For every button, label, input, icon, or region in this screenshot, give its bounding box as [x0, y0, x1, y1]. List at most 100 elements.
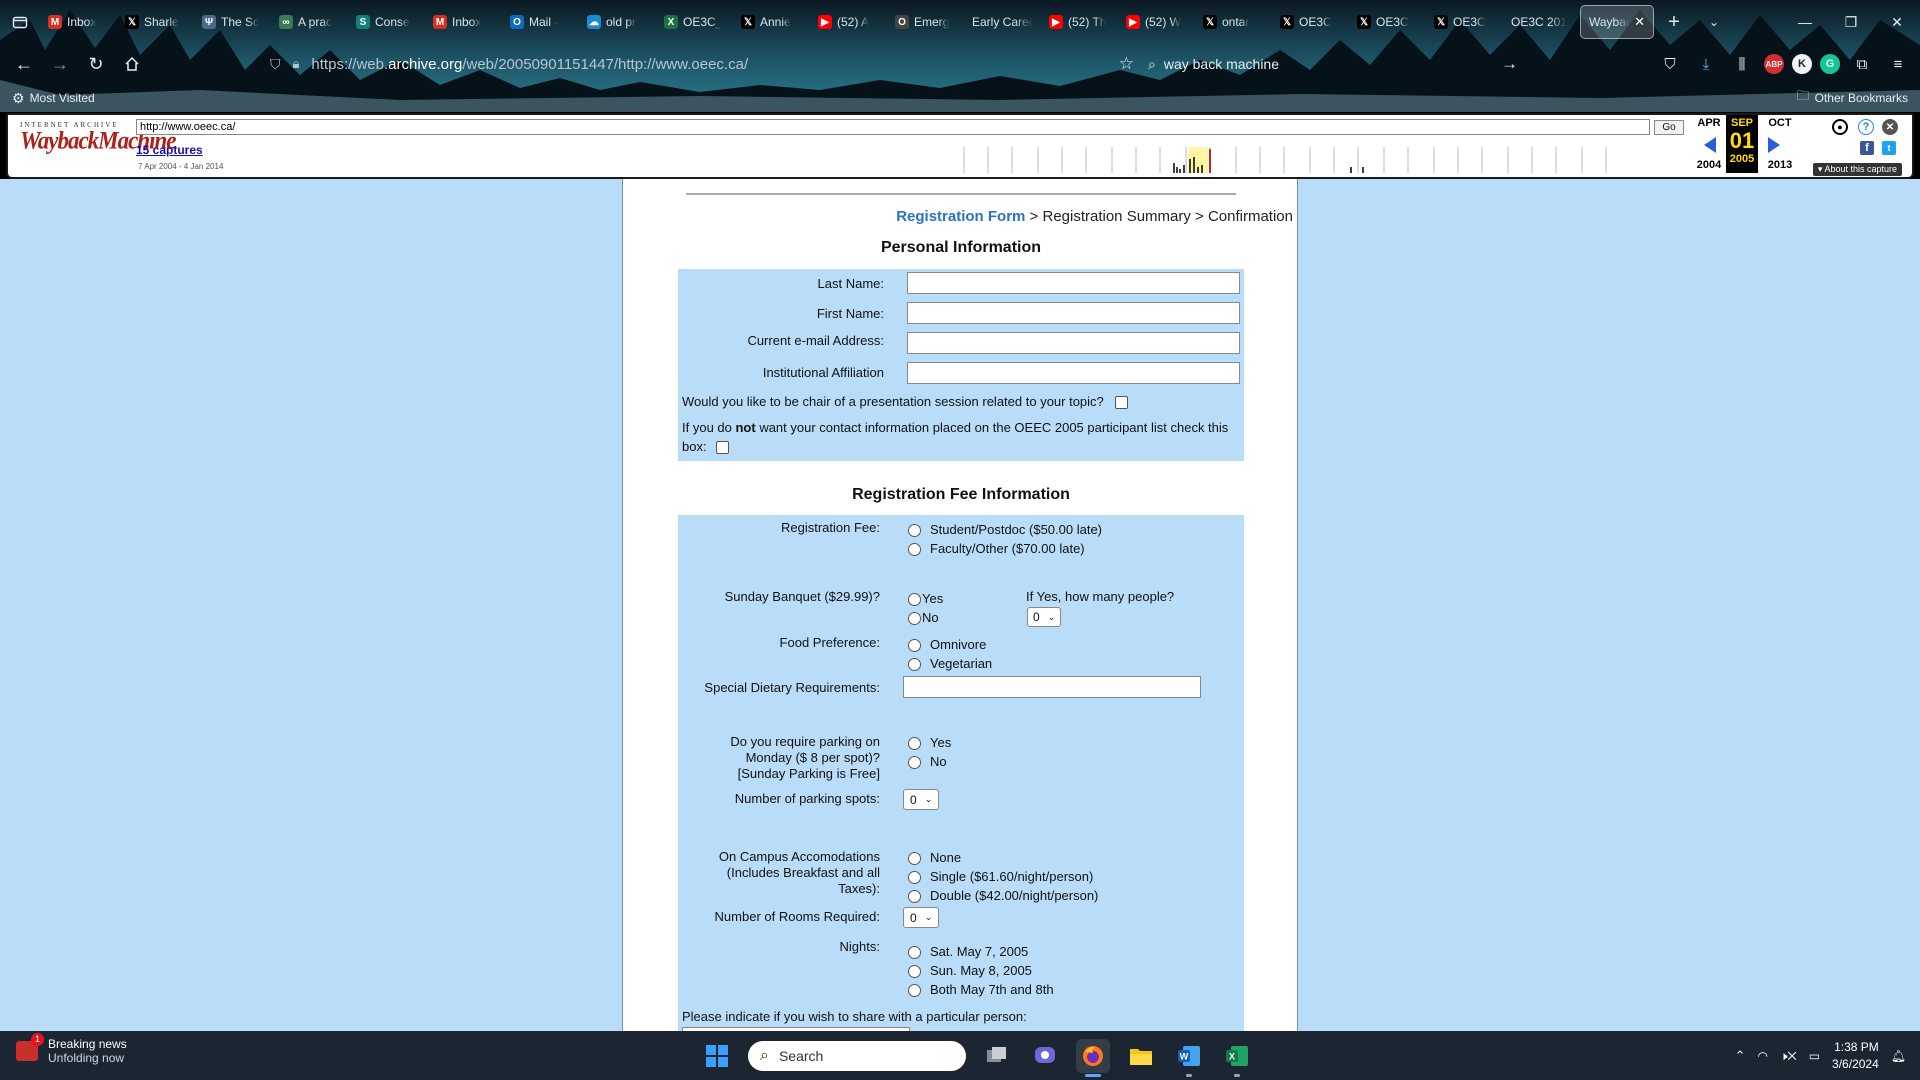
new-tab-button[interactable]: +: [1654, 0, 1694, 44]
tab-overview-button[interactable]: [0, 0, 40, 44]
wayback-logo[interactable]: INTERNET ARCHIVE WaybackMachine: [20, 121, 177, 171]
next-month[interactable]: OCT: [1763, 117, 1797, 129]
next-capture-arrow-icon[interactable]: [1768, 137, 1780, 153]
first-name-input[interactable]: [907, 302, 1240, 324]
night-sat-radio[interactable]: [908, 946, 921, 959]
food-vegetarian-radio[interactable]: [908, 658, 921, 671]
browser-tab[interactable]: X OE3C_: [656, 5, 733, 39]
chevron-up-icon[interactable]: ⌃: [1735, 1048, 1746, 1064]
taskbar-search[interactable]: ⌕ Search: [748, 1041, 966, 1071]
browser-tab[interactable]: Early Caree: [964, 5, 1041, 39]
file-explorer-app[interactable]: [1124, 1039, 1158, 1073]
adblock-icon[interactable]: ABP: [1764, 54, 1784, 74]
browser-tab[interactable]: 𝕏 OE3C: [1349, 5, 1426, 39]
browser-tab[interactable]: ▶ (52) A: [810, 5, 887, 39]
start-button[interactable]: [700, 1039, 734, 1073]
shield-icon[interactable]: ⛉: [270, 56, 281, 73]
rooms-select[interactable]: 0 ⌄: [903, 907, 939, 928]
reg-fee-student-radio[interactable]: [908, 524, 921, 537]
twitter-icon[interactable]: t: [1882, 141, 1896, 155]
forward-button[interactable]: →: [42, 46, 78, 82]
dietary-input[interactable]: [903, 676, 1201, 698]
parking-spots-select[interactable]: 0 ⌄: [903, 789, 939, 810]
menu-icon[interactable]: ≡: [1884, 50, 1912, 78]
wayback-go-button[interactable]: Go: [1654, 120, 1684, 135]
notification-bell-icon[interactable]: 🔔︎: [1891, 1049, 1906, 1063]
acc-none-radio[interactable]: [908, 852, 921, 865]
contact-checkbox[interactable]: [716, 441, 729, 454]
help-icon[interactable]: ?: [1858, 119, 1874, 135]
reg-fee-faculty-radio[interactable]: [908, 543, 921, 556]
browser-tab[interactable]: O Emerg: [887, 5, 964, 39]
browser-tab[interactable]: ▶ (52) Th: [1041, 5, 1118, 39]
battery-icon[interactable]: ▭: [1809, 1049, 1820, 1063]
firefox-app[interactable]: [1076, 1039, 1110, 1077]
downloads-icon[interactable]: ⤓: [1692, 50, 1720, 78]
user-icon[interactable]: ●: [1832, 119, 1848, 135]
volume-muted-icon[interactable]: 🕨︎✕: [1780, 1049, 1797, 1064]
prev-year[interactable]: 2004: [1692, 159, 1726, 171]
back-button[interactable]: ←: [6, 46, 42, 82]
parking-no-radio[interactable]: [908, 756, 921, 769]
captures-link[interactable]: 15 captures: [136, 143, 203, 157]
browser-tab[interactable]: 𝕏 OE3C: [1272, 5, 1349, 39]
banquet-people-select[interactable]: 0 ⌄: [1027, 607, 1061, 627]
news-widget[interactable]: 1 Breaking news Unfolding now: [16, 1033, 127, 1065]
home-button[interactable]: [114, 46, 150, 82]
wayback-url-input[interactable]: [136, 119, 1650, 135]
other-bookmarks[interactable]: 🗀︎ Other Bookmarks: [1797, 87, 1908, 109]
lock-icon[interactable]: 🔒︎: [293, 56, 300, 72]
close-tab-icon[interactable]: ✕: [1634, 14, 1645, 30]
prev-capture-arrow-icon[interactable]: [1704, 137, 1716, 153]
task-view-button[interactable]: [980, 1039, 1014, 1073]
chair-checkbox[interactable]: [1115, 396, 1128, 409]
capture-sparkline[interactable]: [958, 145, 1658, 175]
list-tabs-button[interactable]: ⌄: [1694, 0, 1734, 44]
grammarly-icon[interactable]: G: [1820, 54, 1840, 74]
last-name-input[interactable]: [907, 272, 1240, 294]
extensions-icon[interactable]: ⧉: [1848, 50, 1876, 78]
close-window-button[interactable]: ✕: [1874, 0, 1920, 44]
facebook-icon[interactable]: f: [1860, 141, 1874, 155]
night-sun-radio[interactable]: [908, 965, 921, 978]
bookmark-star-icon[interactable]: ☆: [1119, 54, 1134, 74]
minimize-button[interactable]: —: [1782, 0, 1828, 44]
about-capture-button[interactable]: ▾ About this capture: [1812, 163, 1902, 176]
browser-tab[interactable]: ☁ old pr: [579, 5, 656, 39]
browser-tab[interactable]: M Inbox: [425, 5, 502, 39]
reload-button[interactable]: ↻: [78, 46, 114, 82]
close-toolbar-icon[interactable]: ✕: [1882, 119, 1898, 135]
word-app[interactable]: W: [1172, 1039, 1206, 1077]
browser-tab[interactable]: Waybac ✕: [1580, 5, 1654, 39]
banquet-no-radio[interactable]: [908, 612, 921, 625]
acc-single-radio[interactable]: [908, 871, 921, 884]
food-omnivore-radio[interactable]: [908, 639, 921, 652]
browser-tab[interactable]: 𝕏 Sharle: [117, 5, 194, 39]
browser-tab[interactable]: Ψ The Sc: [194, 5, 271, 39]
address-bar[interactable]: ⛉ 🔒︎ https://web.archive.org/web/2005090…: [270, 48, 1134, 80]
most-visited-bookmark[interactable]: ⚙ Most Visited: [12, 90, 95, 107]
affiliation-input[interactable]: [907, 362, 1240, 384]
browser-tab[interactable]: 𝕏 OE3C: [1426, 5, 1503, 39]
browser-tab[interactable]: O Mail -: [502, 5, 579, 39]
restore-button[interactable]: ❐: [1828, 0, 1874, 44]
browser-tab[interactable]: S Conse: [348, 5, 425, 39]
go-arrow-icon[interactable]: →: [1501, 54, 1518, 74]
acc-double-radio[interactable]: [908, 890, 921, 903]
browser-tab[interactable]: ∞ A prac: [271, 5, 348, 39]
browser-tab[interactable]: ▶ (52) W: [1118, 5, 1195, 39]
browser-tab[interactable]: OE3C 201: [1503, 5, 1580, 39]
next-year[interactable]: 2013: [1763, 159, 1797, 171]
banquet-yes-radio[interactable]: [908, 593, 921, 606]
pocket-icon[interactable]: ⛉: [1656, 50, 1684, 78]
teams-chat-button[interactable]: [1028, 1039, 1062, 1073]
browser-tab[interactable]: 𝕏ontar: [1195, 5, 1272, 39]
parking-yes-radio[interactable]: [908, 737, 921, 750]
night-both-radio[interactable]: [908, 984, 921, 997]
email-input[interactable]: [907, 332, 1240, 354]
browser-tab[interactable]: M Inbox: [40, 5, 117, 39]
wifi-icon[interactable]: ◠: [1758, 1049, 1768, 1063]
extension-k-icon[interactable]: K: [1792, 54, 1812, 74]
excel-app[interactable]: X: [1220, 1039, 1254, 1077]
search-bar[interactable]: ⌕ way back machine →: [1148, 48, 1518, 80]
